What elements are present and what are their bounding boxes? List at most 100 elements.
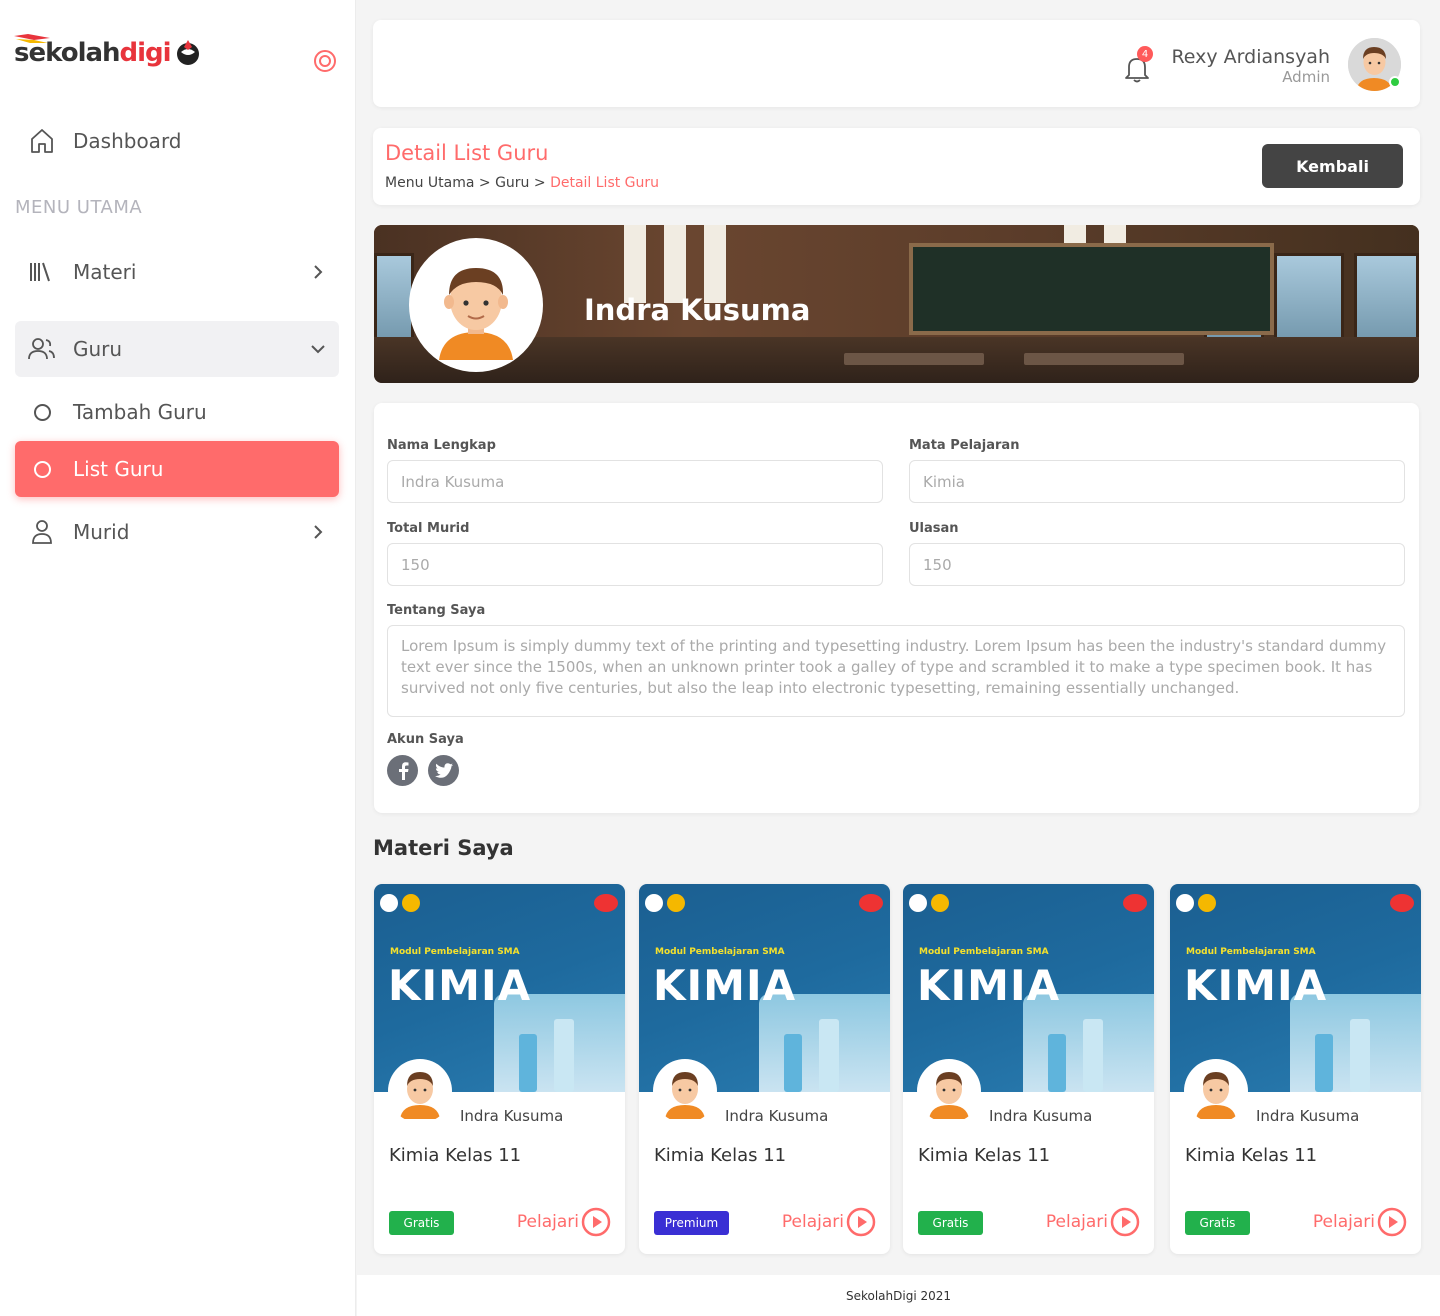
ministry-logo-icon	[645, 894, 663, 912]
reviews-field[interactable]: 150	[909, 543, 1405, 586]
course-card[interactable]: Modul Pembelajaran SMA KIMIA Indra Kusum…	[1170, 884, 1421, 1254]
profile-name: Indra Kusuma	[584, 293, 811, 327]
breadcrumb-separator: >	[478, 175, 491, 191]
price-badge: Gratis	[1185, 1211, 1250, 1235]
chevron-down-icon	[311, 345, 325, 354]
learn-link[interactable]: Pelajari	[517, 1212, 579, 1232]
account-label: Akun Saya	[387, 732, 464, 747]
badge-logo-icon	[1390, 894, 1414, 912]
breadcrumb-item-guru[interactable]: Guru	[495, 175, 529, 191]
cover-title: KIMIA	[653, 961, 797, 1010]
play-icon[interactable]	[846, 1207, 876, 1237]
badge-logo-icon	[594, 894, 618, 912]
teacher-name: Indra Kusuma	[1256, 1107, 1360, 1125]
cover-decor	[1315, 1034, 1333, 1092]
cover-decor	[819, 1019, 839, 1092]
chevron-right-icon	[314, 525, 323, 539]
program-logo-icon	[931, 894, 949, 912]
sidebar-item-label: Dashboard	[73, 129, 182, 153]
banner-decor	[844, 353, 984, 365]
sidebar-item-list-guru[interactable]: List Guru	[15, 441, 339, 497]
back-button[interactable]: Kembali	[1262, 144, 1403, 188]
banner-decor	[704, 225, 726, 303]
learn-link[interactable]: Pelajari	[782, 1212, 844, 1232]
badge-logo-icon	[859, 894, 883, 912]
sidebar-item-label: Materi	[73, 260, 137, 284]
breadcrumb-item-current: Detail List Guru	[550, 175, 660, 191]
breadcrumb-separator: >	[533, 175, 546, 191]
course-card[interactable]: Modul Pembelajaran SMA KIMIA Indra Kusum…	[374, 884, 625, 1254]
cover-header	[645, 890, 883, 916]
profile-avatar	[409, 238, 543, 372]
badge-logo-icon	[1123, 894, 1147, 912]
cover-title: KIMIA	[388, 961, 532, 1010]
teacher-name: Indra Kusuma	[725, 1107, 829, 1125]
target-icon[interactable]	[313, 49, 337, 73]
sidebar-item-tambah-guru[interactable]: Tambah Guru	[15, 384, 339, 440]
cover-decor	[1083, 1019, 1103, 1092]
sidebar-item-label: List Guru	[73, 457, 164, 481]
course-card[interactable]: Modul Pembelajaran SMA KIMIA Indra Kusum…	[639, 884, 890, 1254]
breadcrumb-item-menu-utama[interactable]: Menu Utama	[385, 175, 474, 191]
cover-decor	[1350, 1019, 1370, 1092]
teacher-avatar	[917, 1059, 981, 1123]
price-badge: Premium	[654, 1211, 729, 1235]
program-logo-icon	[1198, 894, 1216, 912]
cover-decor	[784, 1034, 802, 1092]
play-icon[interactable]	[1110, 1207, 1140, 1237]
cover-title: KIMIA	[1184, 961, 1328, 1010]
chevron-right-icon	[314, 265, 323, 279]
user-role: Admin	[1282, 68, 1330, 86]
price-badge: Gratis	[389, 1211, 454, 1235]
name-label: Nama Lengkap	[387, 438, 496, 453]
sidebar-item-dashboard[interactable]: Dashboard	[15, 113, 339, 169]
sidebar-item-materi[interactable]: Materi	[15, 244, 339, 300]
notification-badge: 4	[1137, 46, 1153, 62]
cover-subtitle: Modul Pembelajaran SMA	[655, 947, 785, 957]
play-icon[interactable]	[581, 1207, 611, 1237]
profile-form: Nama Lengkap Indra Kusuma Mata Pelajaran…	[374, 403, 1419, 813]
cover-decor	[554, 1019, 574, 1092]
twitter-icon[interactable]	[428, 755, 459, 786]
program-logo-icon	[667, 894, 685, 912]
sidebar-item-label: Guru	[73, 337, 123, 361]
reviews-label: Ulasan	[909, 521, 959, 536]
course-title: Kimia Kelas 11	[918, 1145, 1051, 1166]
cover-subtitle: Modul Pembelajaran SMA	[1186, 947, 1316, 957]
banner-decor	[1024, 353, 1184, 365]
subject-label: Mata Pelajaran	[909, 438, 1020, 453]
profile-banner: Indra Kusuma	[374, 225, 1419, 383]
teacher-avatar	[1184, 1059, 1248, 1123]
logo-flag-icon	[14, 34, 50, 43]
top-bar: 4 Rexy Ardiansyah Admin	[373, 20, 1420, 107]
facebook-icon[interactable]	[387, 755, 418, 786]
play-icon[interactable]	[1377, 1207, 1407, 1237]
students-field[interactable]: 150	[387, 543, 883, 586]
cover-subtitle: Modul Pembelajaran SMA	[919, 947, 1049, 957]
logo-mark-icon	[176, 40, 199, 65]
cover-decor	[519, 1034, 537, 1092]
online-status-dot	[1389, 76, 1401, 88]
about-textarea[interactable]: Lorem Ipsum is simply dummy text of the …	[387, 625, 1405, 717]
learn-link[interactable]: Pelajari	[1046, 1212, 1108, 1232]
section-title: Materi Saya	[373, 836, 514, 860]
ministry-logo-icon	[380, 894, 398, 912]
course-card[interactable]: Modul Pembelajaran SMA KIMIA Indra Kusum…	[903, 884, 1154, 1254]
logo[interactable]: sekolahdigi	[14, 34, 202, 66]
sidebar: sekolahdigi Dashboard MENU UTAMA Materi …	[0, 0, 356, 1316]
banner-decor	[624, 225, 646, 303]
page-title: Detail List Guru	[385, 141, 549, 165]
circle-icon	[27, 397, 57, 427]
name-field[interactable]: Indra Kusuma	[387, 460, 883, 503]
learn-link[interactable]: Pelajari	[1313, 1212, 1375, 1232]
chalkboard	[909, 243, 1274, 335]
price-badge: Gratis	[918, 1211, 983, 1235]
sidebar-item-label: Murid	[73, 520, 130, 544]
subject-field[interactable]: Kimia	[909, 460, 1405, 503]
footer: SekolahDigi 2021	[357, 1275, 1440, 1316]
cover-subtitle: Modul Pembelajaran SMA	[390, 947, 520, 957]
course-title: Kimia Kelas 11	[1185, 1145, 1318, 1166]
sidebar-item-murid[interactable]: Murid	[15, 504, 339, 560]
user-icon	[27, 517, 57, 547]
sidebar-item-guru[interactable]: Guru	[15, 321, 339, 377]
